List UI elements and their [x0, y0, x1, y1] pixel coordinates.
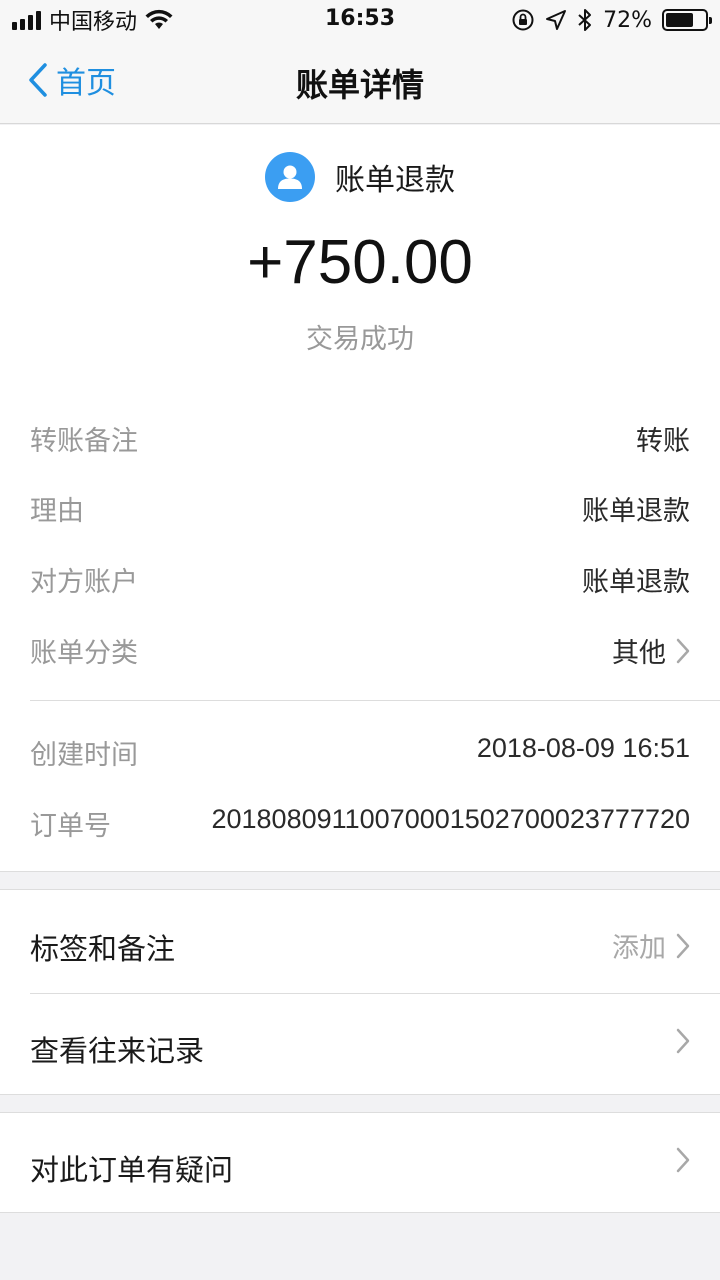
- transaction-status: 交易成功: [306, 324, 414, 355]
- actions-section: 标签和备注 添加 查看往来记录: [0, 889, 720, 1095]
- tags-and-notes-cell[interactable]: 标签和备注 添加: [0, 892, 720, 992]
- detail-row-transfer-note: 转账备注 转账: [0, 407, 720, 467]
- cell-label: 标签和备注: [30, 932, 176, 966]
- detail-row-order-number: 订单号 20180809110070001502700023777720: [0, 792, 720, 852]
- detail-label: 创建时间: [30, 740, 138, 771]
- merchant-name: 账单退款: [335, 163, 455, 198]
- add-tag-button[interactable]: 添加: [612, 926, 690, 965]
- battery-percent: 72%: [603, 7, 652, 33]
- cell-arrow: [676, 1028, 690, 1054]
- status-bar: 中国移动 16:53 72%: [0, 0, 720, 40]
- cell-arrow: [676, 1147, 690, 1173]
- cell-label: 查看往来记录: [30, 1034, 205, 1068]
- navigation-bar: 首页 账单详情: [0, 40, 720, 124]
- detail-label: 转账备注: [30, 426, 138, 457]
- cell-label: 对此订单有疑问: [30, 1153, 234, 1187]
- chevron-right-icon: [676, 933, 690, 958]
- bill-detail-card: 账单退款 +750.00 交易成功 转账备注 转账 理由 账单退款 对方账户 账…: [0, 125, 720, 872]
- user-icon: [278, 165, 302, 189]
- question-section: 对此订单有疑问: [0, 1112, 720, 1213]
- rotation-lock-icon: [512, 9, 534, 31]
- detail-label: 账单分类: [30, 638, 138, 669]
- order-number-value: 20180809110070001502700023777720: [211, 804, 690, 834]
- status-right: 72%: [511, 6, 712, 34]
- chevron-right-icon: [676, 1028, 690, 1054]
- chevron-right-icon: [676, 1147, 690, 1173]
- battery-icon: [662, 9, 712, 31]
- chevron-right-icon: [676, 638, 690, 663]
- location-icon: [546, 10, 567, 30]
- view-history-cell[interactable]: 查看往来记录: [0, 994, 720, 1094]
- transaction-amount: +750.00: [247, 228, 473, 297]
- detail-label: 理由: [30, 496, 84, 527]
- category-text: 其他: [612, 638, 666, 669]
- detail-label: 对方账户: [30, 567, 138, 598]
- detail-value: 账单退款: [582, 567, 690, 598]
- page-title: 账单详情: [295, 66, 424, 104]
- add-label: 添加: [612, 933, 666, 964]
- detail-value: 转账: [636, 426, 690, 457]
- order-question-cell[interactable]: 对此订单有疑问: [0, 1113, 720, 1213]
- detail-row-created-time: 创建时间 2018-08-09 16:51: [0, 721, 720, 781]
- detail-value: 账单退款: [582, 496, 690, 527]
- detail-row-reason: 理由 账单退款: [0, 477, 720, 537]
- detail-label: 订单号: [30, 811, 111, 842]
- detail-value: 2018-08-09 16:51: [476, 733, 690, 763]
- detail-row-category[interactable]: 账单分类 其他: [0, 619, 720, 679]
- bluetooth-icon: [578, 9, 592, 31]
- battery-fill: [666, 13, 693, 27]
- divider: [30, 700, 720, 701]
- category-value[interactable]: 其他: [612, 631, 690, 670]
- detail-row-counterparty: 对方账户 账单退款: [0, 548, 720, 608]
- avatar: [265, 152, 315, 202]
- merchant-header: 账单退款: [0, 151, 720, 203]
